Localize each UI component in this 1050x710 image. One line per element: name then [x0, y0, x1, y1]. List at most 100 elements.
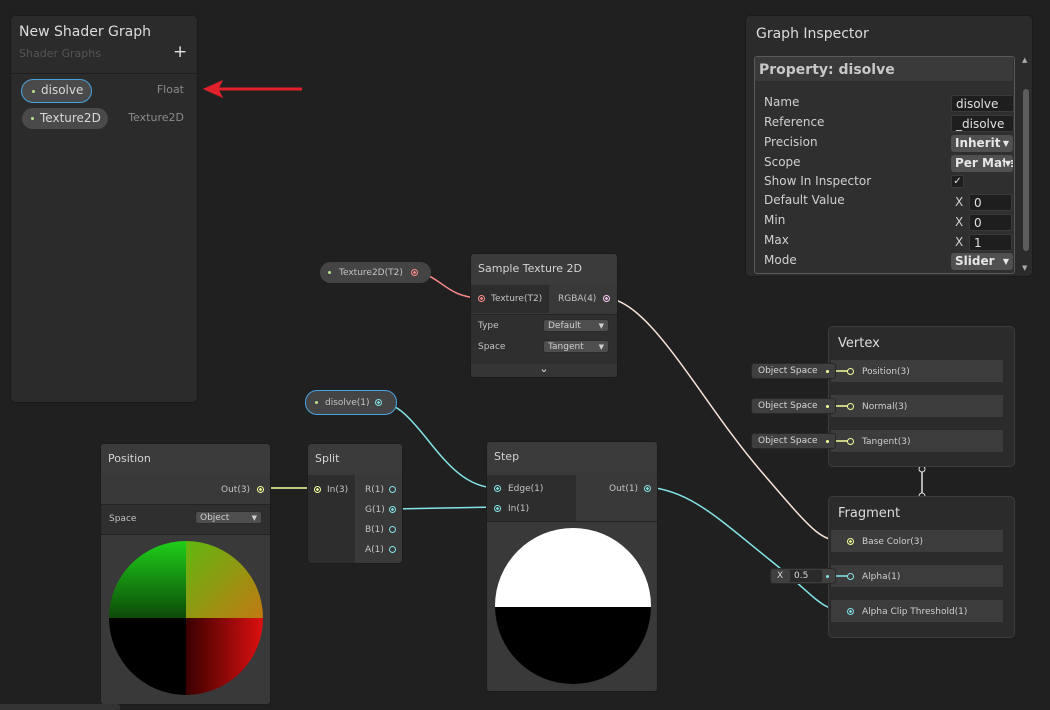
input-column: [487, 475, 576, 521]
inspector-scrollbar[interactable]: ▲ ▼: [1021, 56, 1031, 274]
vector3-input-port[interactable]: [314, 486, 321, 493]
texture2d-node-label: Texture2D(T2): [339, 268, 403, 278]
name-field[interactable]: disolve: [951, 95, 1014, 112]
inspector-title: Graph Inspector: [756, 26, 869, 42]
chevron-down-icon: ▼: [598, 343, 604, 351]
label-reference: Reference: [764, 115, 825, 129]
float-output-port[interactable]: [375, 399, 382, 406]
node-title: Step: [487, 442, 657, 472]
object-space-chip-tangent[interactable]: Object Space: [751, 433, 836, 449]
edge-input-port[interactable]: [494, 485, 501, 492]
in-input-port[interactable]: [494, 505, 501, 512]
texture2d-property-node[interactable]: Texture2D(T2): [320, 262, 431, 283]
sample-texture-2d-node[interactable]: Sample Texture 2D Texture(T2) RGBA(4) Ty…: [470, 253, 618, 378]
property-type: Texture2D: [128, 111, 184, 124]
scroll-up-icon[interactable]: ▲: [1022, 56, 1027, 64]
fragment-port-alpha[interactable]: Alpha(1): [830, 564, 1004, 588]
chevron-down-icon: ▼: [1002, 257, 1009, 266]
precision-value: Inherit: [955, 136, 1001, 150]
object-space-chip-normal[interactable]: Object Space: [751, 398, 836, 414]
property-dot-icon: [31, 117, 34, 120]
label-default-value: Default Value: [764, 193, 845, 207]
step-preview-image: [495, 528, 651, 684]
alpha-clip-input-port[interactable]: [847, 608, 854, 615]
chevron-down-icon: ▼: [251, 514, 257, 522]
label-max: Max: [764, 233, 789, 247]
vector3-output-port[interactable]: [257, 486, 264, 493]
add-property-button[interactable]: +: [173, 42, 187, 62]
b-output-port[interactable]: [389, 526, 396, 533]
default-value-field[interactable]: 0: [969, 194, 1012, 211]
mode-dropdown[interactable]: Slider ▼: [951, 253, 1013, 270]
wire-step-clip: [646, 486, 851, 612]
position-output-label: Out(3): [221, 485, 251, 495]
label-mode: Mode: [764, 253, 797, 267]
node-title: Split: [308, 444, 402, 474]
port-label: Alpha(1): [862, 572, 901, 582]
blackboard-panel: New Shader Graph Shader Graphs + disolve…: [10, 15, 198, 403]
texture-input-port[interactable]: [478, 295, 485, 302]
rgba-output-label: RGBA(4): [558, 294, 597, 304]
type-dropdown[interactable]: Default ▼: [543, 319, 609, 332]
property-pill-texture2d[interactable]: Texture2D: [22, 108, 108, 129]
connector-dot-icon: [826, 405, 829, 408]
expand-preview-button[interactable]: ⌄: [471, 363, 617, 377]
float-output-port[interactable]: [644, 485, 651, 492]
space-label: Space: [478, 342, 506, 352]
step-node[interactable]: Step Edge(1) In(1) Out(1): [486, 441, 658, 692]
scroll-thumb[interactable]: [1023, 89, 1029, 251]
alpha-x-label: X: [777, 571, 784, 581]
r-output-label: R(1): [365, 485, 385, 495]
disolve-property-node[interactable]: disolve(1): [305, 390, 397, 415]
space-label: Space: [109, 514, 137, 524]
type-label: Type: [478, 321, 499, 331]
in-input-label: In(1): [508, 504, 530, 514]
fragment-port-alpha-clip[interactable]: Alpha Clip Threshold(1): [830, 599, 1004, 623]
show-in-inspector-checkbox[interactable]: ✓: [951, 175, 964, 188]
label-scope: Scope: [764, 155, 801, 169]
rgba-output-port[interactable]: [603, 295, 610, 302]
inspector-section-title: Property: disolve: [759, 62, 895, 78]
space-dropdown[interactable]: Object ▼: [195, 511, 262, 524]
texture-input-label: Texture(T2): [491, 294, 543, 304]
base-color-input-port[interactable]: [847, 538, 854, 545]
max-field[interactable]: 1: [969, 234, 1012, 251]
r-output-port[interactable]: [389, 486, 396, 493]
property-dot-icon: [328, 271, 331, 274]
texture-output-port[interactable]: [411, 269, 418, 276]
port-label: Tangent(3): [862, 437, 911, 447]
connector-dot-icon: [826, 440, 829, 443]
bottom-panel-tab[interactable]: [0, 704, 120, 710]
type-value: Default: [548, 321, 581, 331]
object-space-chip-position[interactable]: Object Space: [751, 363, 836, 379]
vertex-port-normal[interactable]: Normal(3): [830, 394, 1004, 418]
connector-dot-icon: [826, 370, 829, 373]
min-field[interactable]: 0: [969, 214, 1012, 231]
vertex-port-position[interactable]: Position(3): [830, 359, 1004, 383]
chip-label: Object Space: [758, 401, 818, 411]
space-dropdown[interactable]: Tangent ▼: [543, 340, 609, 353]
chip-label: Object Space: [758, 436, 818, 446]
split-node[interactable]: Split In(3) R(1) G(1) B(1) A(1): [307, 443, 403, 564]
alpha-value-chip[interactable]: X 0.5: [770, 568, 836, 584]
precision-dropdown[interactable]: Inherit ▼: [951, 135, 1013, 152]
fragment-port-base-color[interactable]: Base Color(3): [830, 529, 1004, 553]
property-pill-disolve[interactable]: disolve: [21, 79, 92, 103]
wire-g-in: [391, 506, 498, 510]
position-node[interactable]: Position Out(3) Space Object ▼: [100, 443, 271, 705]
scope-dropdown[interactable]: Per Mate ▼: [951, 155, 1013, 172]
space-value: Tangent: [548, 342, 584, 352]
step-output-label: Out(1): [609, 484, 639, 494]
split-input-label: In(3): [327, 485, 349, 495]
blackboard-divider: [11, 73, 197, 74]
a-output-port[interactable]: [389, 546, 396, 553]
space-value: Object: [200, 513, 230, 523]
g-output-port[interactable]: [389, 506, 396, 513]
alpha-value-field[interactable]: 0.5: [790, 570, 822, 582]
property-type: Float: [156, 83, 184, 96]
port-label: Alpha Clip Threshold(1): [862, 607, 968, 617]
vertex-port-tangent[interactable]: Tangent(3): [830, 429, 1004, 453]
scroll-down-icon[interactable]: ▼: [1022, 264, 1027, 272]
annotation-arrow: [202, 79, 302, 99]
reference-field[interactable]: _disolve: [951, 115, 1014, 132]
